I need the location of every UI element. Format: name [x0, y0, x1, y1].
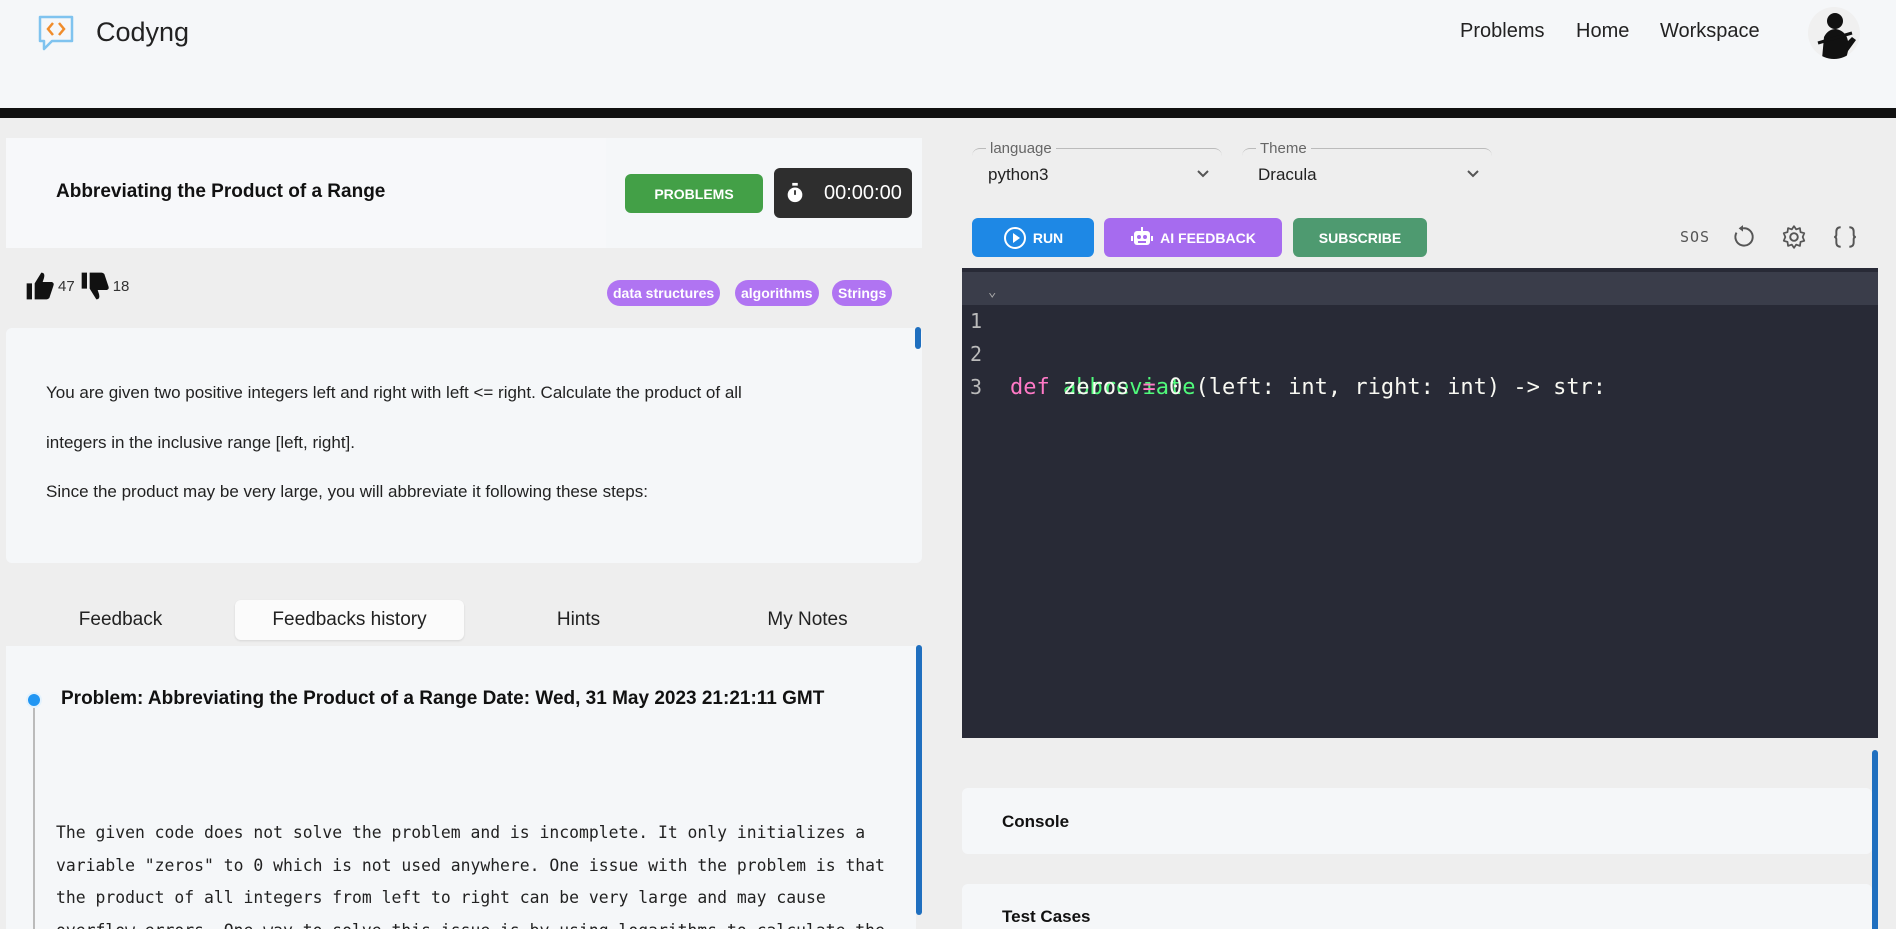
user-silhouette-icon	[1817, 13, 1856, 59]
timer-value: 00:00:00	[824, 181, 902, 204]
stopwatch-icon	[787, 182, 803, 203]
code-bubble-logo-icon[interactable]	[36, 14, 76, 52]
sos-button[interactable]: SOS	[1680, 228, 1710, 246]
reset-icon[interactable]	[1730, 224, 1756, 250]
feedback-scrollbar[interactable]	[916, 645, 922, 915]
brand-name[interactable]: Codyng	[96, 17, 189, 48]
description-line: Since the product may be very large, you…	[46, 482, 648, 501]
ai-feedback-button[interactable]: AI FEEDBACK	[1104, 218, 1282, 257]
console-panel[interactable]: Console	[962, 788, 1872, 854]
problem-title: Abbreviating the Product of a Range	[56, 181, 386, 202]
play-circle-icon	[1003, 226, 1026, 249]
nav-problems[interactable]: Problems	[1460, 20, 1544, 43]
thumbs-down-icon[interactable]	[79, 270, 111, 302]
nav-home[interactable]: Home	[1576, 20, 1629, 43]
code-editor[interactable]: 1 ⌄ def abbreviate(left: int, right: int…	[962, 268, 1878, 738]
top-header: Codyng Problems Home Workspace	[0, 0, 1896, 118]
tag-strings[interactable]: Strings	[832, 280, 893, 306]
run-button[interactable]: RUN	[972, 218, 1094, 257]
feedback-entry-title: Problem: Abbreviating the Product of a R…	[61, 688, 825, 709]
problem-description: You are given two positive integers left…	[6, 328, 922, 563]
avatar[interactable]	[1808, 7, 1860, 59]
code-line[interactable]: 1 ⌄ def abbreviate(left: int, right: int…	[962, 272, 1878, 400]
right-scrollbar[interactable]	[1872, 750, 1878, 929]
description-line: integers in the inclusive range [left, r…	[46, 433, 355, 452]
code-line[interactable]: 3	[962, 338, 1878, 399]
language-select[interactable]: language python3	[972, 140, 1222, 186]
problems-button[interactable]: PROBLEMS	[625, 174, 763, 213]
language-value: python3	[988, 165, 1049, 184]
theme-select[interactable]: Theme Dracula	[1242, 140, 1492, 186]
tab-feedback[interactable]: Feedback	[6, 600, 235, 640]
test-cases-panel[interactable]: Test Cases	[962, 884, 1872, 929]
panel-tabs: Feedback Feedbacks history Hints My Note…	[6, 600, 922, 644]
language-label: language	[986, 140, 1056, 157]
timeline-line	[33, 700, 35, 929]
dislikes-count: 18	[112, 277, 130, 295]
run-label: RUN	[1032, 229, 1064, 246]
description-scrollbar[interactable]	[915, 327, 921, 349]
tab-feedbacks-history[interactable]: Feedbacks history	[235, 600, 464, 640]
subscribe-button[interactable]: SUBSCRIBE	[1293, 218, 1427, 257]
ai-feedback-label: AI FEEDBACK	[1160, 229, 1256, 246]
header-divider	[0, 108, 1896, 118]
test-cases-title: Test Cases	[1002, 907, 1091, 926]
code-line[interactable]: 2 zeros = 0	[962, 305, 1878, 400]
robot-icon	[1131, 226, 1154, 245]
line-number: 3	[970, 375, 983, 399]
chevron-down-icon	[1467, 170, 1479, 178]
tag-algorithms[interactable]: algorithms	[735, 280, 819, 306]
thumbs-up-icon[interactable]	[24, 270, 56, 302]
theme-label: Theme	[1256, 140, 1311, 157]
description-line: You are given two positive integers left…	[46, 383, 742, 402]
gear-icon[interactable]	[1781, 224, 1807, 250]
timer[interactable]: 00:00:00	[774, 168, 912, 218]
format-braces-icon[interactable]	[1832, 224, 1858, 250]
votes: 47 18	[24, 270, 129, 302]
console-title: Console	[1002, 812, 1070, 831]
tab-my-notes[interactable]: My Notes	[693, 600, 922, 640]
chevron-down-icon	[1197, 170, 1209, 178]
timeline-dot	[26, 692, 42, 708]
tab-hints[interactable]: Hints	[464, 600, 693, 640]
feedback-entry-body: The given code does not solve the proble…	[56, 823, 885, 929]
theme-value: Dracula	[1258, 165, 1317, 184]
nav-workspace[interactable]: Workspace	[1660, 20, 1760, 43]
likes-count: 47	[58, 277, 75, 295]
tag-data-structures[interactable]: data structures	[607, 280, 721, 306]
